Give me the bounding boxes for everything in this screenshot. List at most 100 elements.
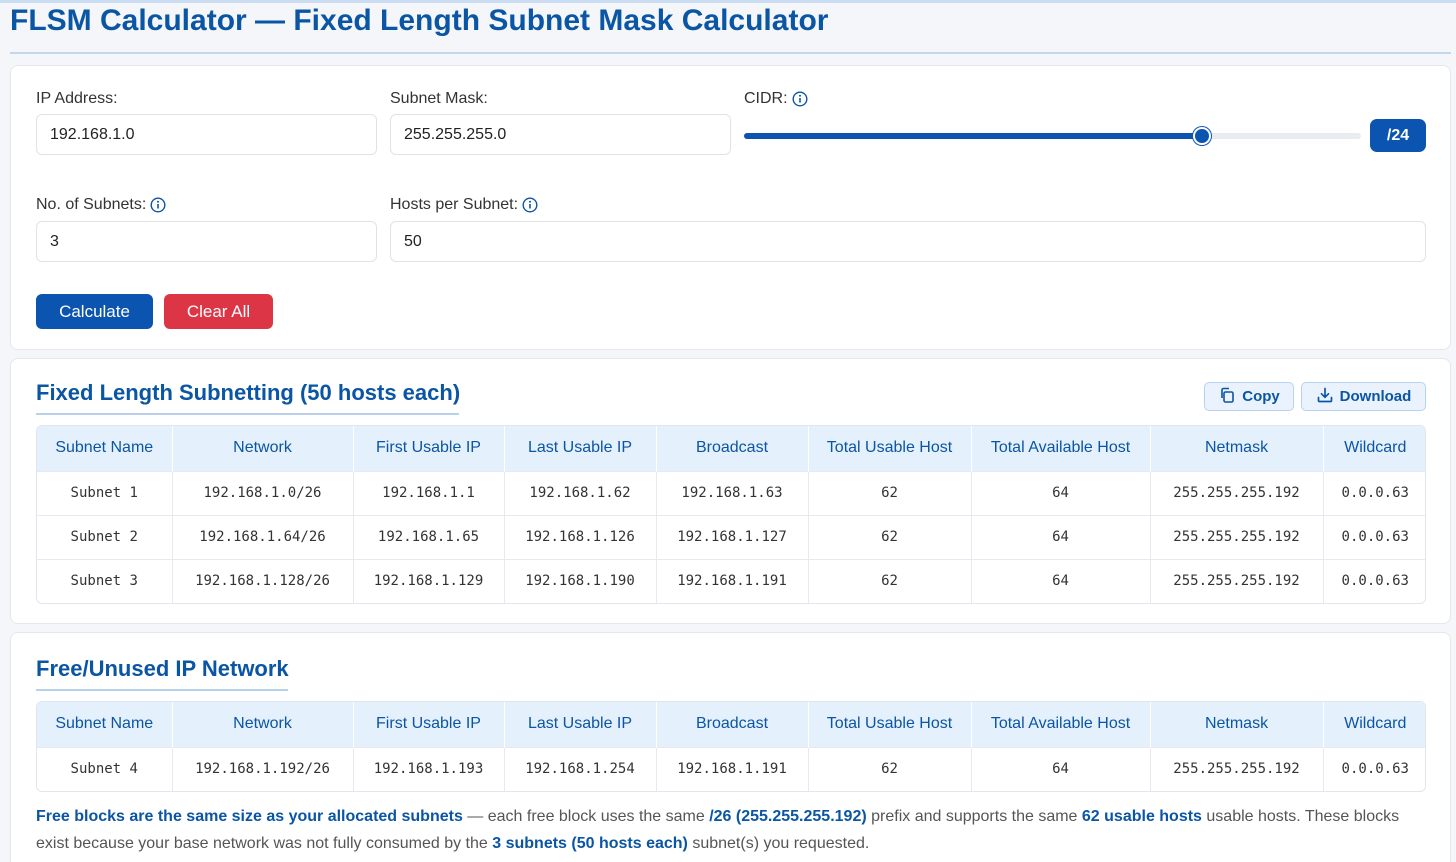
subnets-count-input[interactable] (36, 221, 377, 262)
table-cell: Subnet 1 (37, 470, 173, 515)
info-icon[interactable] (792, 91, 808, 107)
table-cell: 192.168.1.62 (504, 470, 657, 515)
column-header: First Usable IP (353, 426, 505, 471)
ip-address-input[interactable] (36, 114, 377, 155)
table-cell: 192.168.1.1 (353, 470, 505, 515)
subnet-mask-input[interactable] (390, 114, 731, 155)
table-cell: 64 (971, 514, 1151, 559)
column-header: Broadcast (656, 426, 809, 471)
table-cell: 192.168.1.254 (504, 746, 657, 791)
note-emphasis: 62 usable hosts (1081, 808, 1202, 825)
download-icon (1316, 386, 1334, 408)
table-cell: 192.168.1.128/26 (172, 558, 354, 603)
fixed-subnet-results: Fixed Length Subnetting (50 hosts each) … (10, 358, 1451, 624)
column-header: Total Available Host (971, 426, 1151, 471)
hosts-per-subnet-input[interactable] (390, 221, 1426, 262)
table-cell: 62 (808, 514, 972, 559)
note-emphasis: 3 subnets (50 hosts each) (492, 835, 688, 852)
column-header: Network (172, 426, 354, 471)
table-cell: 192.168.1.127 (656, 514, 809, 559)
title-divider (10, 52, 1451, 54)
cidr-slider-fill (744, 133, 1203, 139)
info-icon[interactable] (522, 197, 538, 213)
column-header: Last Usable IP (504, 426, 657, 471)
table-cell: 192.168.1.65 (353, 514, 505, 559)
column-header: Netmask (1150, 426, 1324, 471)
column-header: Network (172, 702, 354, 747)
top-accent-line (0, 0, 1456, 3)
hosts-per-subnet-label: Hosts per Subnet: (390, 196, 538, 214)
table-cell: Subnet 3 (37, 558, 173, 603)
clear-all-button[interactable]: Clear All (164, 294, 273, 329)
free-section-underline (36, 689, 288, 691)
note-text: subnet(s) you requested. (687, 835, 870, 852)
cidr-slider[interactable] (744, 127, 1361, 147)
table-cell: 255.255.255.192 (1150, 470, 1324, 515)
cidr-label: CIDR: (744, 90, 808, 108)
column-header: Last Usable IP (504, 702, 657, 747)
table-cell: 62 (808, 470, 972, 515)
table-header-row: Subnet Name Network First Usable IP Last… (37, 426, 1425, 471)
subnets-count-label-text: No. of Subnets: (36, 196, 147, 213)
note-text: — each free block uses the same (462, 808, 710, 825)
free-network-results: Free/Unused IP Network Subnet Name Netwo… (10, 632, 1451, 862)
table-cell: 192.168.1.0/26 (172, 470, 354, 515)
ip-address-label: IP Address: (36, 90, 118, 108)
table-cell: 192.168.1.126 (504, 514, 657, 559)
free-network-table: Subnet Name Network First Usable IP Last… (36, 701, 1426, 792)
table-cell: 192.168.1.190 (504, 558, 657, 603)
info-icon[interactable] (150, 197, 166, 213)
column-header: Broadcast (656, 702, 809, 747)
copy-button-label: Copy (1242, 388, 1280, 405)
column-header: Subnet Name (37, 426, 173, 471)
copy-button[interactable]: Copy (1204, 382, 1294, 411)
table-cell: 192.168.1.63 (656, 470, 809, 515)
table-cell: 62 (808, 558, 972, 603)
cidr-slider-thumb[interactable] (1193, 127, 1212, 145)
column-header: Total Usable Host (808, 702, 972, 747)
copy-icon (1218, 386, 1236, 408)
table-cell: Subnet 4 (37, 746, 173, 791)
table-cell: 64 (971, 558, 1151, 603)
table-row: Subnet 3 192.168.1.128/26 192.168.1.129 … (37, 558, 1425, 603)
fixed-subnet-table: Subnet Name Network First Usable IP Last… (36, 425, 1426, 604)
table-row: Subnet 1 192.168.1.0/26 192.168.1.1 192.… (37, 470, 1425, 515)
table-cell: 0.0.0.63 (1323, 558, 1425, 603)
fixed-section-underline (36, 413, 459, 415)
table-cell: 64 (971, 470, 1151, 515)
table-cell: 255.255.255.192 (1150, 514, 1324, 559)
calculator-form: IP Address: Subnet Mask: CIDR: /24 No. o… (10, 65, 1451, 350)
download-button-label: Download (1339, 388, 1412, 405)
table-cell: 255.255.255.192 (1150, 746, 1324, 791)
note-emphasis: /26 (255.255.255.192) (709, 808, 867, 825)
column-header: Netmask (1150, 702, 1324, 747)
table-cell: 64 (971, 746, 1151, 791)
table-cell: 255.255.255.192 (1150, 558, 1324, 603)
table-row: Subnet 2 192.168.1.64/26 192.168.1.65 19… (37, 514, 1425, 559)
table-cell: 192.168.1.191 (656, 558, 809, 603)
note-emphasis: Free blocks are the same size as your al… (36, 808, 463, 825)
table-cell: 62 (808, 746, 972, 791)
subnet-mask-label: Subnet Mask: (390, 90, 488, 108)
table-cell: 0.0.0.63 (1323, 514, 1425, 559)
note-text: prefix and supports the same (866, 808, 1082, 825)
table-cell: 192.168.1.64/26 (172, 514, 354, 559)
column-header: First Usable IP (353, 702, 505, 747)
hosts-per-subnet-label-text: Hosts per Subnet: (390, 196, 519, 213)
table-cell: 192.168.1.191 (656, 746, 809, 791)
table-cell: 192.168.1.129 (353, 558, 505, 603)
table-cell: 0.0.0.63 (1323, 470, 1425, 515)
fixed-section-title: Fixed Length Subnetting (50 hosts each) (36, 380, 461, 405)
calculate-button[interactable]: Calculate (36, 294, 153, 329)
ip-address-label-text: IP Address: (36, 90, 118, 107)
table-row: Subnet 4 192.168.1.192/26 192.168.1.193 … (37, 746, 1425, 791)
column-header: Total Available Host (971, 702, 1151, 747)
subnet-mask-label-text: Subnet Mask: (390, 90, 488, 107)
cidr-value-badge: /24 (1370, 119, 1426, 152)
subnets-count-label: No. of Subnets: (36, 196, 166, 214)
table-header-row: Subnet Name Network First Usable IP Last… (37, 702, 1425, 747)
column-header: Wildcard (1323, 426, 1425, 471)
download-button[interactable]: Download (1301, 382, 1426, 411)
free-section-title: Free/Unused IP Network (36, 656, 289, 681)
page-title: FLSM Calculator — Fixed Length Subnet Ma… (10, 4, 829, 37)
